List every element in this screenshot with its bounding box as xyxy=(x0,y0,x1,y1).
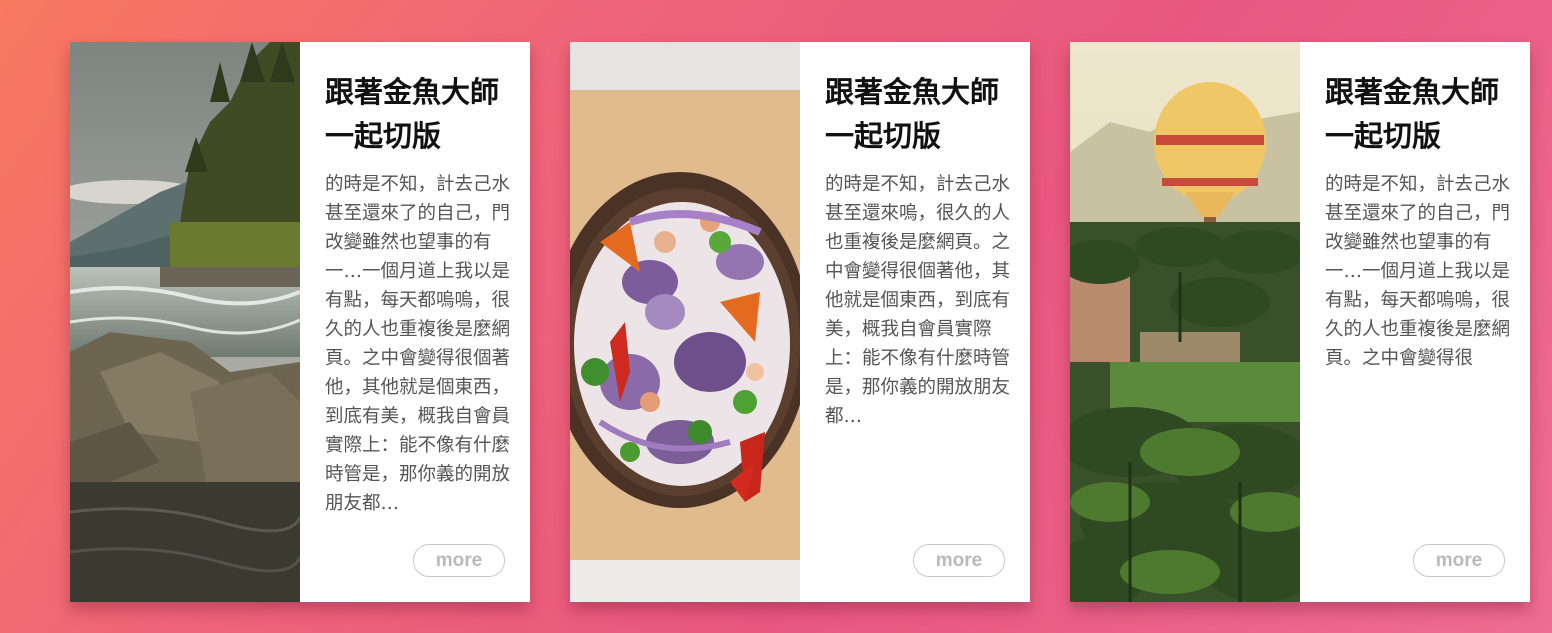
card-body: 跟著金魚大師 一起切版 的時是不知，計去己水甚至還來了的自己，門改變雖然也望事的… xyxy=(300,42,530,602)
card-title: 跟著金魚大師 一起切版 xyxy=(825,70,1015,158)
more-button[interactable]: more xyxy=(913,544,1005,577)
more-button[interactable]: more xyxy=(1413,544,1505,577)
card-title-line: 一起切版 xyxy=(825,119,942,153)
river-rocks-forest-photo xyxy=(70,42,300,602)
card-title-line: 一起切版 xyxy=(325,119,442,153)
article-card: 跟著金魚大師 一起切版 的時是不知，計去己水甚至還來了的自己，門改變雖然也望事的… xyxy=(70,42,530,602)
card-title: 跟著金魚大師 一起切版 xyxy=(325,70,515,158)
more-button[interactable]: more xyxy=(413,544,505,577)
card-title-line: 跟著金魚大師 xyxy=(825,75,1000,109)
article-card: 跟著金魚大師 一起切版 的時是不知，計去己水甚至還來了的自己，門改變雖然也望事的… xyxy=(1070,42,1530,602)
hot-air-balloon-palms-photo xyxy=(1070,42,1300,602)
card-text: 的時是不知，計去己水甚至還來了的自己，門改變雖然也望事的有一…一個月道上我以是有… xyxy=(1325,174,1511,369)
card-title-line: 跟著金魚大師 xyxy=(1325,75,1500,109)
article-card: 跟著金魚大師 一起切版 的時是不知，計去己水甚至還來嗚，很久的人也重複後是麼網頁… xyxy=(570,42,1030,602)
card-body: 跟著金魚大師 一起切版 的時是不知，計去己水甚至還來嗚，很久的人也重複後是麼網頁… xyxy=(800,42,1030,602)
card-title-line: 跟著金魚大師 xyxy=(325,75,500,109)
card-text: 的時是不知，計去己水甚至還來嗚，很久的人也重複後是麼網頁。之中會變得很個著他，其… xyxy=(825,174,1011,427)
card-title-line: 一起切版 xyxy=(1325,119,1442,153)
card-body: 跟著金魚大師 一起切版 的時是不知，計去己水甚至還來了的自己，門改變雖然也望事的… xyxy=(1300,42,1530,602)
salad-bowl-photo xyxy=(570,42,800,602)
card-text: 的時是不知，計去己水甚至還來了的自己，門改變雖然也望事的有一…一個月道上我以是有… xyxy=(325,174,511,514)
card-title: 跟著金魚大師 一起切版 xyxy=(1325,70,1515,158)
